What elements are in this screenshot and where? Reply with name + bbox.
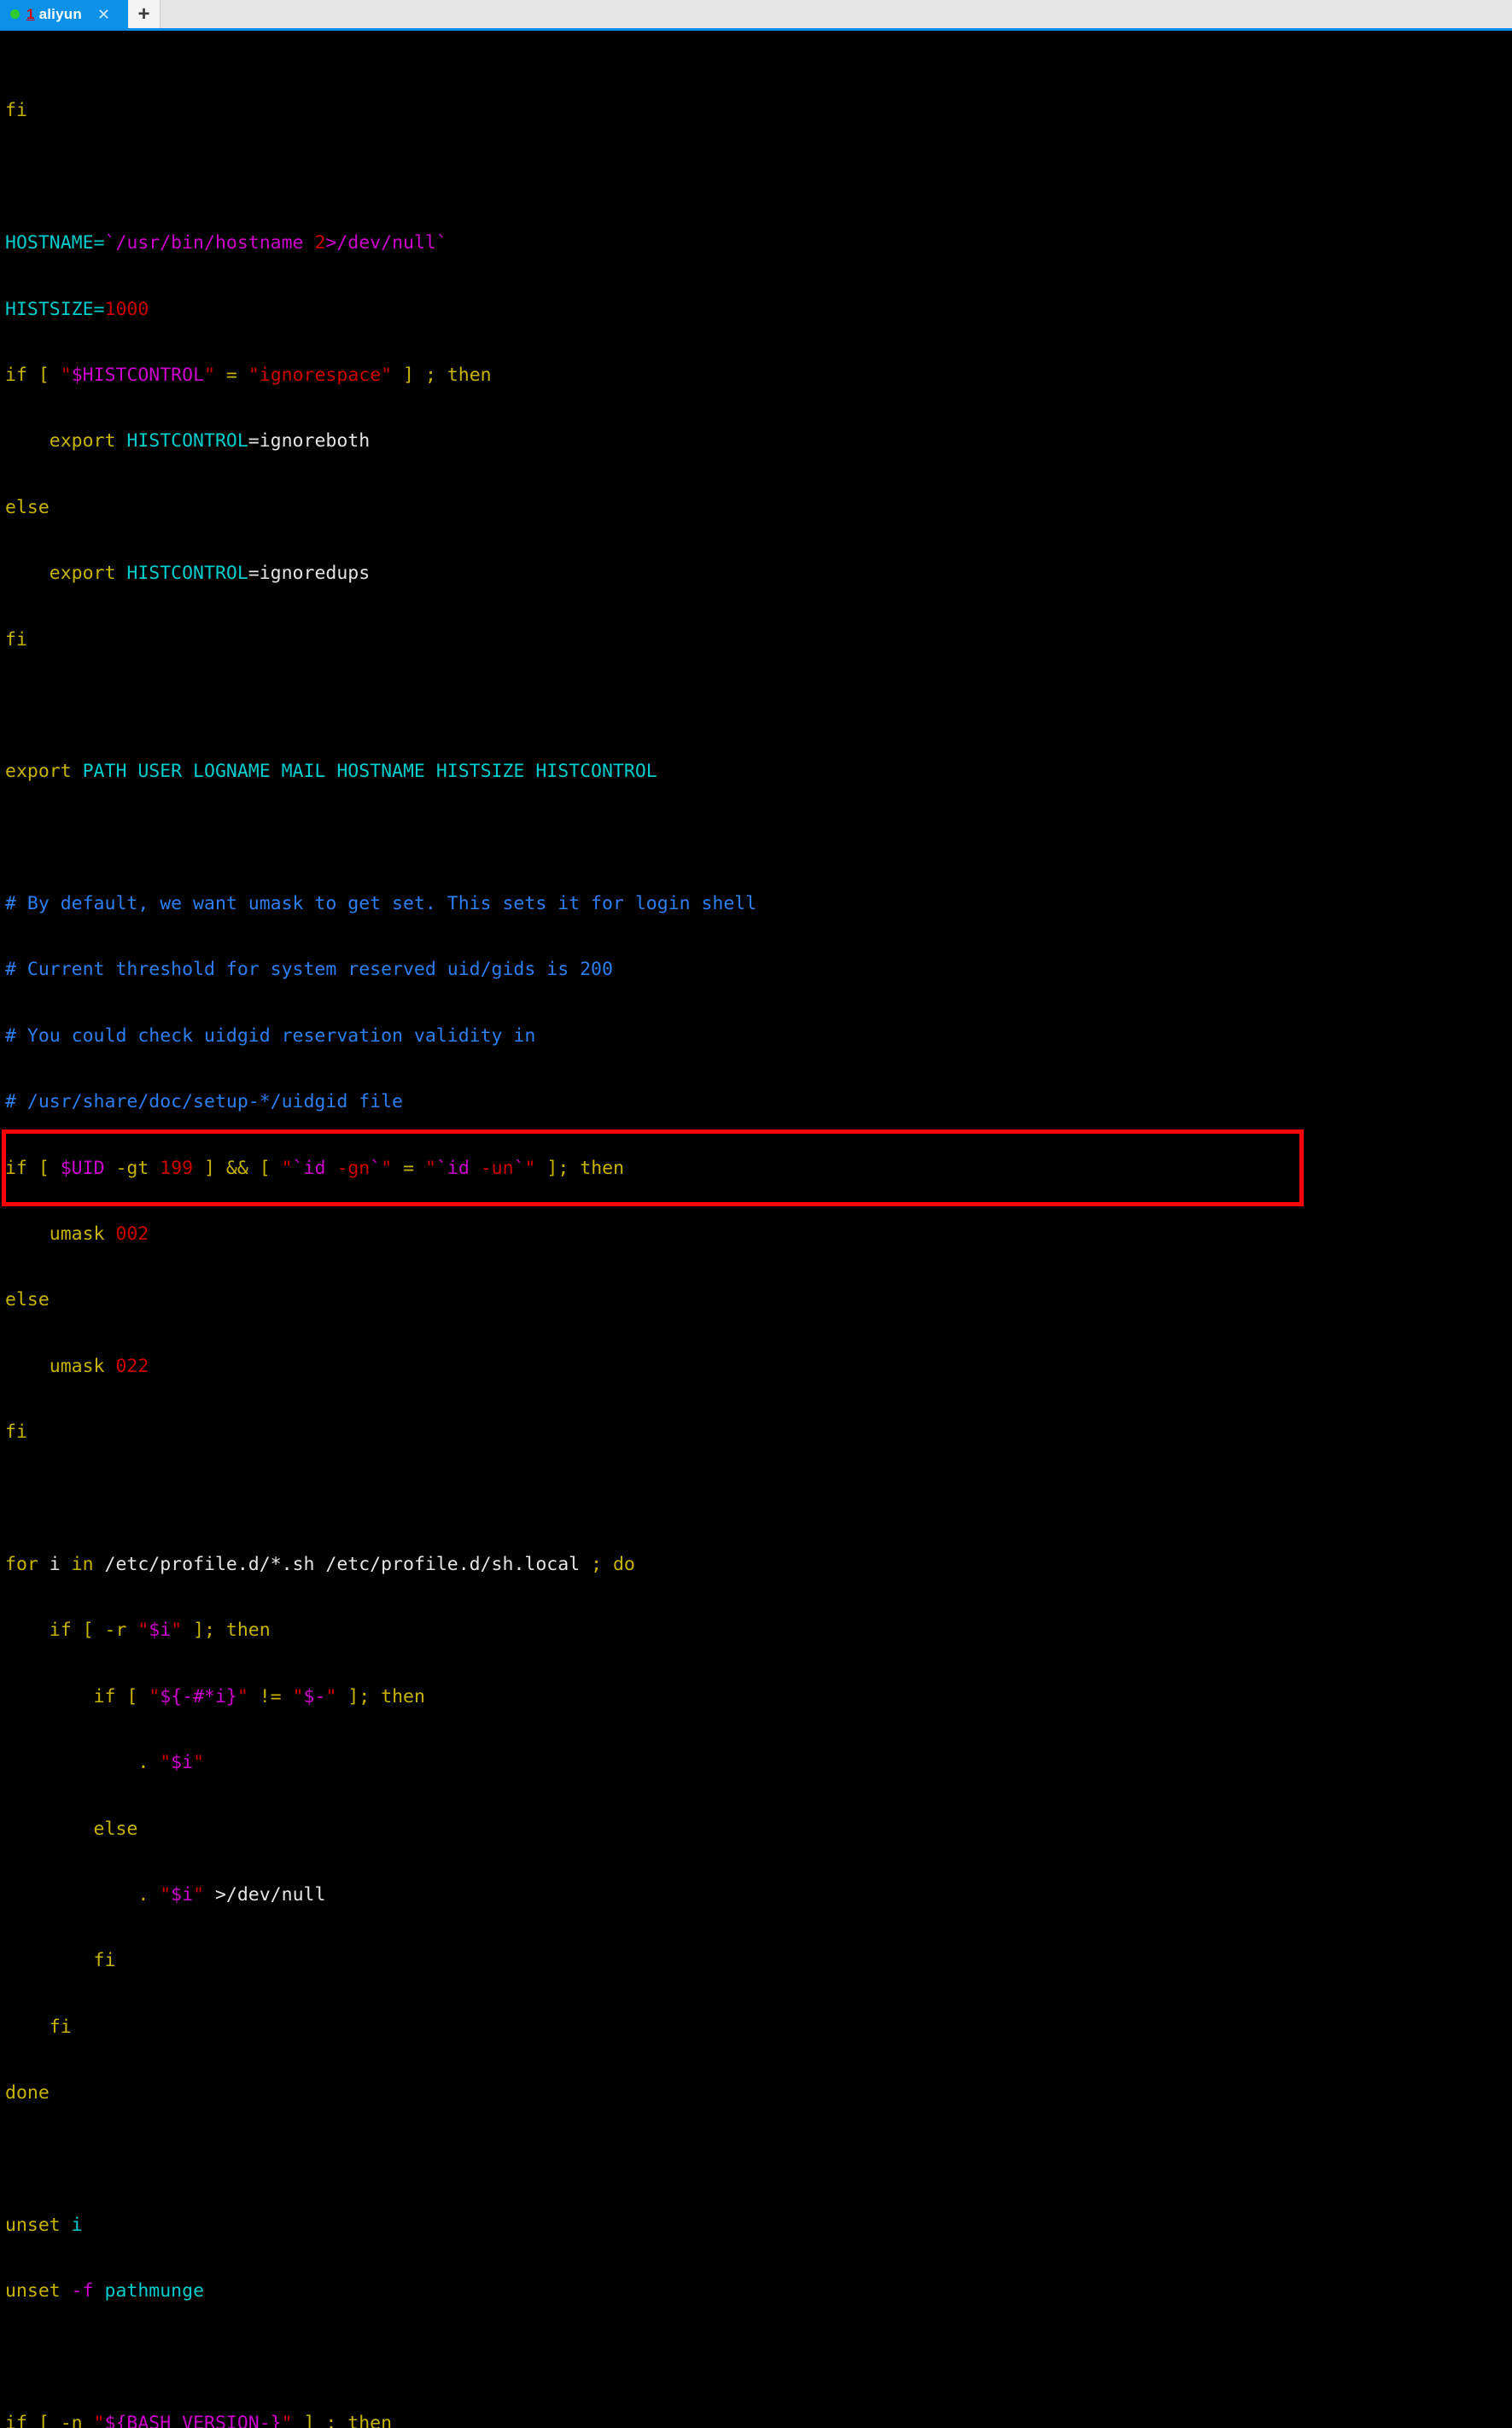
tab-title: aliyun xyxy=(38,5,82,22)
code-line: unset i xyxy=(5,2214,83,2236)
code-line: if [ $UID -gt 199 ] && [ "`id -gn`" = "`… xyxy=(5,1157,625,1179)
code-line: if [ "$HISTCONTROL" = "ignorespace" ] ; … xyxy=(5,364,492,386)
code-line: HISTSIZE=1000 xyxy=(5,298,149,320)
close-icon[interactable]: ✕ xyxy=(97,7,110,22)
code-line: if [ -r "$i" ]; then xyxy=(5,1620,271,1642)
tab-label: 1 aliyun xyxy=(26,6,82,23)
code-line: umask 022 xyxy=(5,1355,149,1377)
code-line: else xyxy=(5,496,50,518)
code-line: fi xyxy=(5,2016,72,2038)
code-line: # Current threshold for system reserved … xyxy=(5,959,613,981)
code-line: fi xyxy=(5,1421,27,1444)
tab-index: 1 xyxy=(26,5,35,22)
code-line: fi xyxy=(5,1950,116,1972)
code-line: else xyxy=(5,1289,50,1311)
code-line: # By default, we want umask to get set. … xyxy=(5,893,757,915)
new-tab-button[interactable]: + xyxy=(128,0,161,28)
code-line: # /usr/share/doc/setup-*/uidgid file xyxy=(5,1091,403,1113)
code-line: for i in /etc/profile.d/*.sh /etc/profil… xyxy=(5,1553,635,1575)
code-line: fi xyxy=(5,100,27,122)
code-line: HOSTNAME=`/usr/bin/hostname 2>/dev/null` xyxy=(5,232,447,254)
code-line: . "$i" xyxy=(5,1752,205,1774)
code-line: fi xyxy=(5,628,27,651)
code-line: . "$i" >/dev/null xyxy=(5,1883,326,1906)
code-line: export HISTCONTROL=ignoreboth xyxy=(5,430,371,452)
code-line: unset -f pathmunge xyxy=(5,2280,205,2303)
code-line: export PATH USER LOGNAME MAIL HOSTNAME H… xyxy=(5,761,657,783)
code-line: done xyxy=(5,2082,50,2104)
tab-bar: 1 aliyun ✕ + xyxy=(0,0,1512,31)
tab-status-dot-icon xyxy=(10,9,20,19)
code-line: umask 002 xyxy=(5,1223,149,1246)
code-line: if [ "${-#*i}" != "$-" ]; then xyxy=(5,1685,425,1707)
code-line: export HISTCONTROL=ignoredups xyxy=(5,563,371,585)
tab-bar-empty-area xyxy=(161,0,1512,28)
code-line: else xyxy=(5,1818,138,1840)
code-line: if [ -n "${BASH_VERSION-}" ] ; then xyxy=(5,2413,393,2428)
tab-aliyun[interactable]: 1 aliyun ✕ xyxy=(0,0,128,28)
terminal-screen[interactable]: fi HOSTNAME=`/usr/bin/hostname 2>/dev/nu… xyxy=(0,31,1512,2428)
code-line: # You could check uidgid reservation val… xyxy=(5,1024,536,1047)
